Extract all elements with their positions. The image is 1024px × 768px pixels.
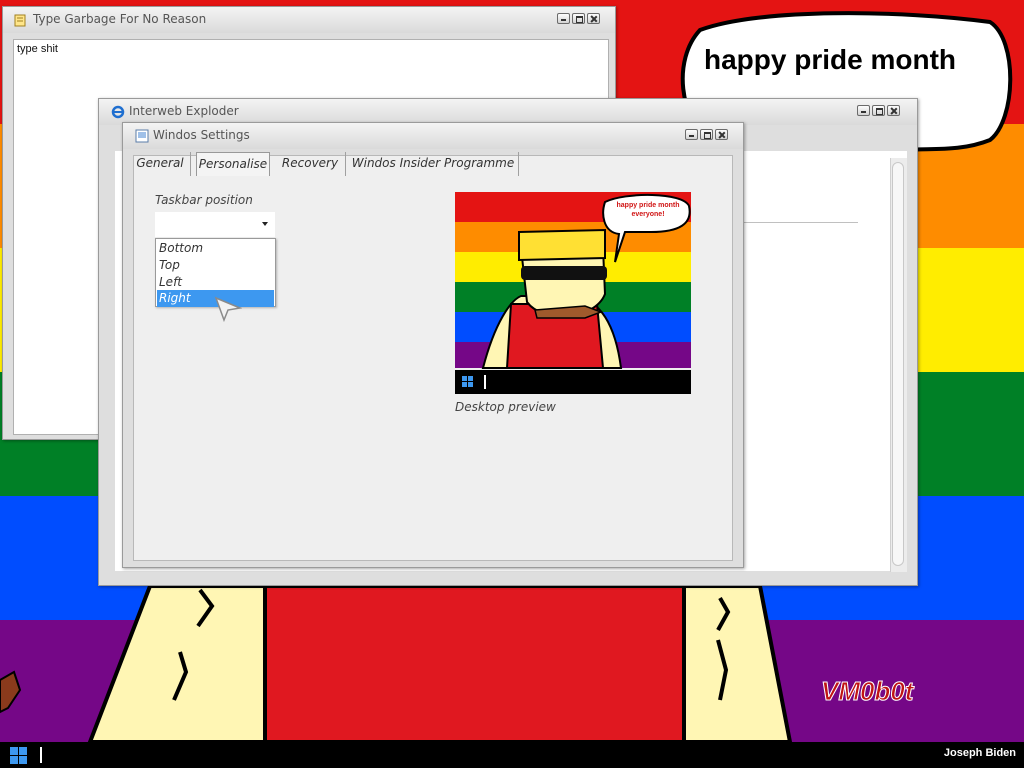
tab-personalise[interactable]: Personalise <box>196 152 270 176</box>
settings-window-controls <box>685 129 728 140</box>
taskbar: Joseph Biden <box>0 742 1024 768</box>
chevron-down-icon[interactable] <box>262 222 268 226</box>
tab-separator <box>190 152 191 176</box>
close-icon[interactable] <box>587 13 600 24</box>
minimize-icon[interactable] <box>857 105 870 116</box>
notepad-titlebar[interactable]: Type Garbage For No Reason <box>3 7 615 33</box>
windows-logo-icon[interactable] <box>10 747 27 764</box>
tab-general[interactable]: General <box>132 152 188 176</box>
notepad-title: Type Garbage For No Reason <box>33 12 207 26</box>
user-name[interactable]: Joseph Biden <box>944 747 1016 759</box>
notepad-icon <box>14 14 26 27</box>
taskbar-position-label: Taskbar position <box>155 193 253 207</box>
settings-titlebar[interactable]: Windos Settings <box>123 123 743 149</box>
speech-bubble-text: happy pride month <box>704 44 956 75</box>
small-creature <box>0 670 22 714</box>
dropdown-option-top[interactable]: Top <box>157 257 274 274</box>
close-icon[interactable] <box>715 129 728 140</box>
tab-recovery[interactable]: Recovery <box>278 152 342 176</box>
desktop-preview-image <box>455 192 691 394</box>
tab-separator <box>345 152 346 176</box>
dropdown-option-left[interactable]: Left <box>157 274 274 291</box>
browser-title: Interweb Exploder <box>129 104 239 118</box>
desktop-preview-label: Desktop preview <box>455 400 556 414</box>
tab-separator <box>518 152 519 176</box>
preview-speech-text: happy pride month everyone! <box>616 202 680 218</box>
browser-window-controls <box>857 105 900 116</box>
browser-scrollbar-thumb[interactable] <box>892 162 904 566</box>
character-shirt <box>263 584 686 742</box>
dropdown-option-bottom[interactable]: Bottom <box>157 240 274 257</box>
notepad-window-controls <box>557 13 600 24</box>
tab-windos-insider-programme[interactable]: Windos Insider Programme <box>350 152 516 176</box>
settings-title: Windos Settings <box>153 128 250 142</box>
mouse-cursor-icon <box>214 296 242 322</box>
maximize-icon[interactable] <box>572 13 585 24</box>
close-icon[interactable] <box>887 105 900 116</box>
minimize-icon[interactable] <box>685 129 698 140</box>
settings-window-icon <box>135 129 149 143</box>
maximize-icon[interactable] <box>700 129 713 140</box>
taskbar-position-select[interactable] <box>155 212 275 237</box>
artist-signature: VM0b0t <box>820 676 914 707</box>
minimize-icon[interactable] <box>557 13 570 24</box>
maximize-icon[interactable] <box>872 105 885 116</box>
ie-icon <box>111 105 125 119</box>
taskbar-separator <box>40 747 42 763</box>
